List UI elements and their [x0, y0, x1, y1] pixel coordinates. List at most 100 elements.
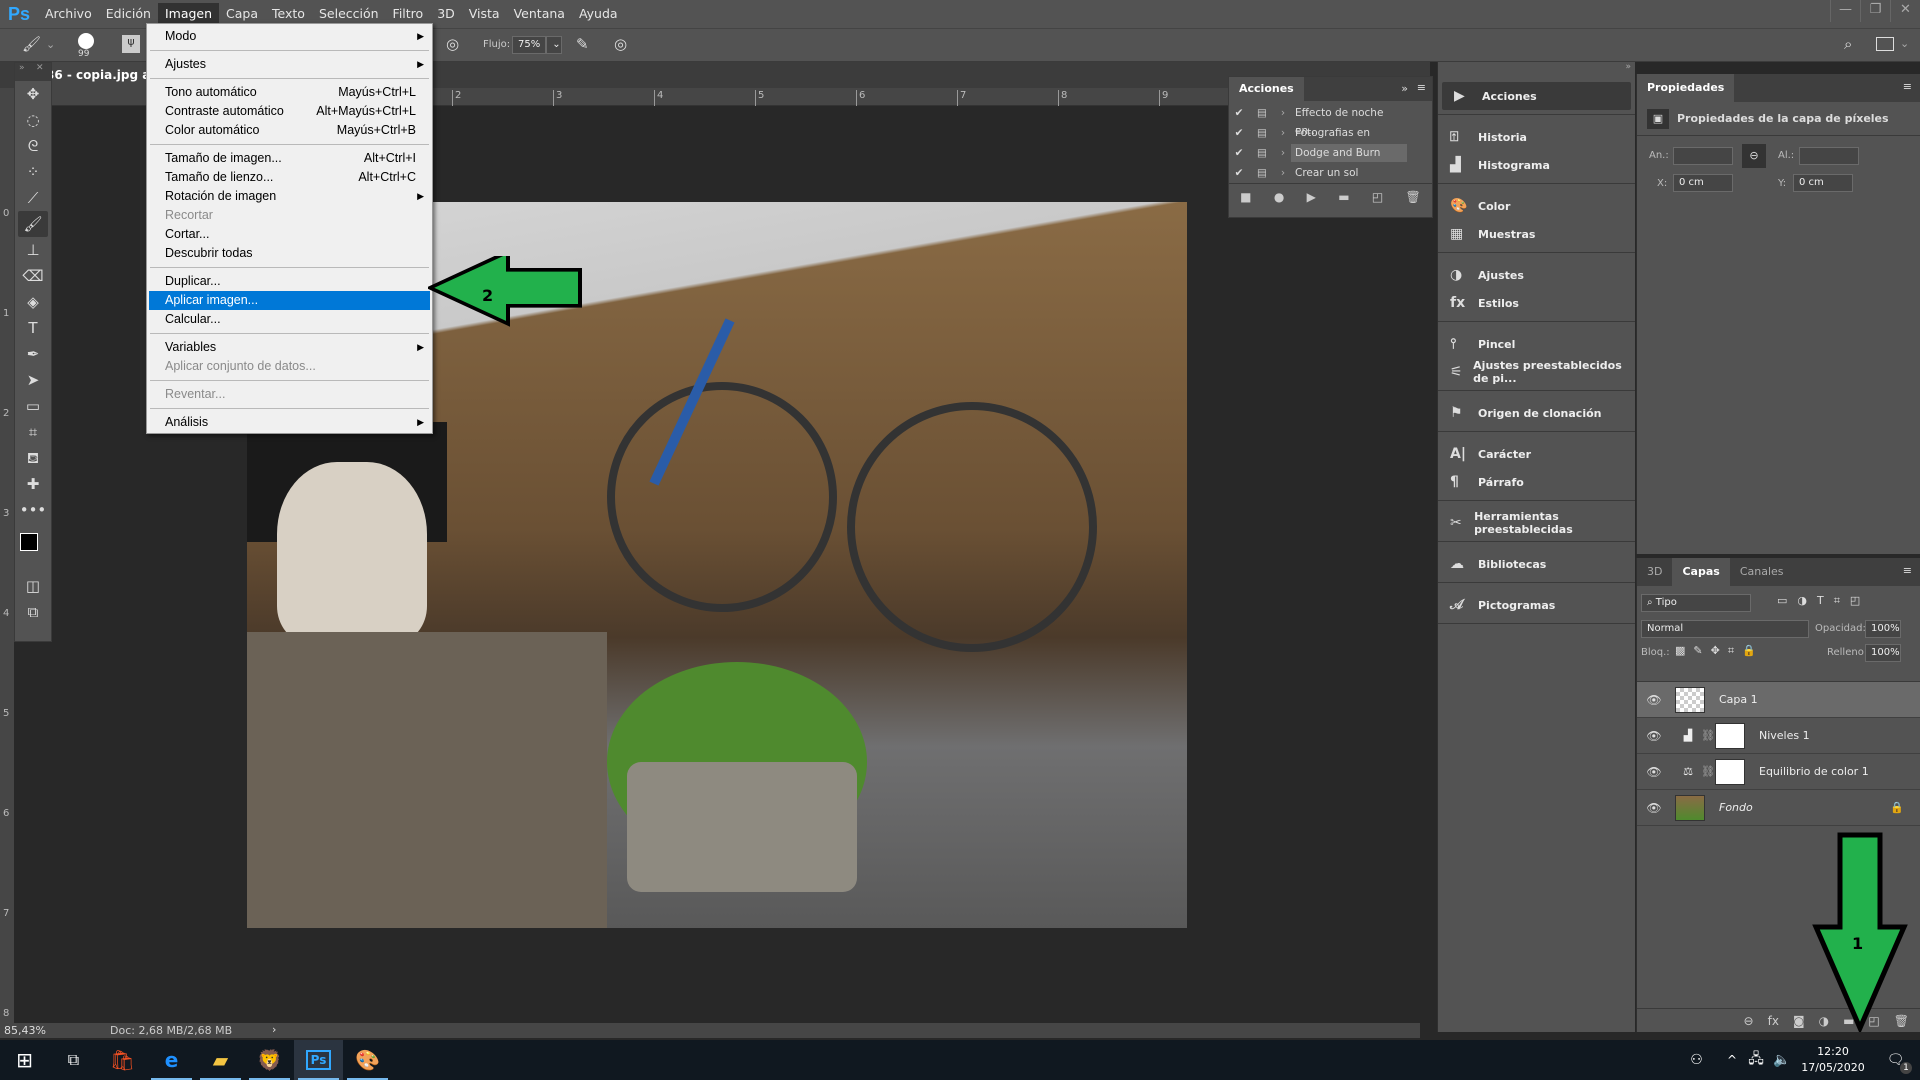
photoshop-taskbar-icon[interactable]: Ps [294, 1040, 343, 1080]
pen-tool-icon[interactable]: ✒ [15, 341, 51, 367]
task-view-icon[interactable]: ⧉ [49, 1040, 98, 1080]
lasso-tool-icon[interactable]: ᘓ [15, 133, 51, 159]
dialog-toggle-icon[interactable]: ▤ [1249, 107, 1275, 119]
dock-item-pictogramas[interactable]: 𝒜 Pictogramas [1438, 591, 1635, 619]
dialog-toggle-icon[interactable]: ▤ [1249, 147, 1275, 159]
layer-row[interactable]: 👁 ⚖ ⛓ Equilibrio de color 1 [1637, 754, 1920, 790]
menu-item-contraste-automatico[interactable]: Contraste automático Alt+Mayús+Ctrl+L [147, 102, 432, 121]
windows-start-icon[interactable]: ⊞ [0, 1040, 49, 1080]
flow-dropdown[interactable]: ⌄ [546, 36, 562, 54]
tab-capas[interactable]: Capas [1672, 558, 1730, 586]
blend-mode-dropdown[interactable]: Normal [1641, 620, 1809, 638]
healing-tool-icon[interactable]: ✚ [15, 471, 51, 497]
close-button[interactable]: ✕ [1890, 0, 1920, 22]
trash-icon[interactable]: 🗑 [1406, 190, 1421, 204]
dock-item-color[interactable]: 🎨 Color [1438, 192, 1635, 220]
brush-tool-icon[interactable]: 🖌 [22, 35, 41, 53]
link-icon[interactable]: ⊖ [1742, 144, 1766, 168]
dialog-toggle-icon[interactable]: ▤ [1249, 167, 1275, 179]
y-input[interactable]: 0 cm [1793, 174, 1853, 192]
checkmark-icon[interactable]: ✔ [1229, 107, 1249, 119]
menu-item-rotacion-de-imagen[interactable]: Rotación de imagen ▶ [147, 187, 432, 206]
quick-selection-tool-icon[interactable]: ⁘ [15, 159, 51, 185]
move-tool-icon[interactable]: ✥ [15, 81, 51, 107]
layer-row[interactable]: 👁 Capa 1 [1637, 682, 1920, 718]
layer-filter-dropdown[interactable]: ⌕ Tipo [1641, 594, 1751, 612]
panel-menu-icon[interactable]: ≡ [1417, 81, 1426, 94]
dock-item-estilos[interactable]: fx Estilos [1438, 289, 1635, 317]
quick-mask-icon[interactable]: ◫ [15, 573, 51, 599]
checkmark-icon[interactable]: ✔ [1229, 147, 1249, 159]
pressure-size-icon[interactable]: ◎ [614, 35, 627, 53]
dock-item-histograma[interactable]: ▟ Histograma [1438, 151, 1635, 179]
record-icon[interactable]: ● [1274, 190, 1284, 204]
minimize-button[interactable]: — [1830, 0, 1860, 22]
height-input[interactable] [1799, 147, 1859, 165]
mask-icon[interactable]: ◙ [1793, 1014, 1805, 1028]
eyedropper-tool-icon[interactable]: ⟋ [15, 185, 51, 211]
expand-chevron-icon[interactable]: › [1275, 167, 1291, 179]
chevron-right-icon[interactable]: › [272, 1023, 276, 1036]
dock-item-pincel[interactable]: ⫯ Pincel [1438, 330, 1635, 358]
expand-chevron-icon[interactable]: › [1275, 147, 1291, 159]
dock-item-ajustes-preestablecidos-de-pi[interactable]: ⚟ Ajustes preestablecidos de pi... [1438, 358, 1635, 386]
restore-button[interactable]: ❐ [1860, 0, 1890, 22]
menu-3d[interactable]: 3D [430, 3, 462, 25]
x-input[interactable]: 0 cm [1673, 174, 1733, 192]
dock-item-herramientas-preestablecidas[interactable]: ✂ Herramientas preestablecidas [1438, 509, 1635, 537]
chevron-down-icon[interactable]: ⌄ [1900, 37, 1909, 50]
menu-item-descubrir-todas[interactable]: Descubrir todas [147, 244, 432, 263]
expand-chevron-icon[interactable]: › [1275, 127, 1291, 139]
link-layers-icon[interactable]: ⊖ [1744, 1014, 1754, 1028]
menu-edicion[interactable]: Edición [99, 3, 158, 25]
menu-item-color-automatico[interactable]: Color automático Mayús+Ctrl+B [147, 121, 432, 140]
menu-imagen[interactable]: Imagen [157, 3, 220, 25]
panel-menu-icon[interactable]: ≡ [1903, 564, 1912, 577]
tab-acciones[interactable]: Acciones [1229, 77, 1304, 101]
checkmark-icon[interactable]: ✔ [1229, 167, 1249, 179]
brave-icon[interactable]: 🦁 [245, 1040, 294, 1080]
menu-seleccion[interactable]: Selección [312, 3, 386, 25]
brush-tool-icon[interactable]: 🖌 [18, 211, 48, 237]
dock-item-acciones[interactable]: ▶ Acciones [1442, 82, 1631, 110]
fill-input[interactable]: 100% [1865, 644, 1901, 662]
dock-item-bibliotecas[interactable]: ☁ Bibliotecas [1438, 550, 1635, 578]
dock-collapse-icon[interactable]: » [1438, 62, 1635, 74]
action-set-row[interactable]: ✔▤› Fotografias en Blanc... [1229, 123, 1432, 157]
edge-icon[interactable]: e [147, 1040, 196, 1080]
menu-filtro[interactable]: Filtro [386, 3, 431, 25]
foreground-color-swatch[interactable] [20, 533, 38, 551]
folder-icon[interactable]: ▬ [1338, 190, 1349, 204]
notifications-icon[interactable]: 🗨 1 [1871, 1040, 1920, 1080]
type-tool-icon[interactable]: T [15, 315, 51, 341]
dock-item-ajustes[interactable]: ◑ Ajustes [1438, 261, 1635, 289]
menu-item-aplicar-imagen[interactable]: Aplicar imagen... [149, 291, 430, 310]
dock-item-parrafo[interactable]: ¶ Párrafo [1438, 468, 1635, 496]
menu-item-tamano-de-imagen[interactable]: Tamaño de imagen... Alt+Ctrl+I [147, 149, 432, 168]
menu-item-calcular[interactable]: Calcular... [147, 310, 432, 329]
volume-icon[interactable]: 🔈 [1769, 1040, 1795, 1080]
airbrush-icon[interactable]: ✎ [576, 35, 589, 53]
path-selection-tool-icon[interactable]: ➤ [15, 367, 51, 393]
tab-canales[interactable]: Canales [1729, 558, 1794, 586]
fx-icon[interactable]: fx [1768, 1014, 1779, 1028]
collapse-icon[interactable]: » [1401, 82, 1408, 95]
store-icon[interactable]: 🛍 [98, 1040, 147, 1080]
menu-capa[interactable]: Capa [219, 3, 265, 25]
paint-bucket-tool-icon[interactable]: ⛾ [15, 445, 51, 471]
brush-panel-toggle-icon[interactable]: ψ [122, 35, 140, 53]
menu-vista[interactable]: Vista [462, 3, 507, 25]
people-icon[interactable]: ⚇ [1672, 1040, 1721, 1080]
workspace-icon[interactable] [1876, 37, 1894, 51]
file-explorer-icon[interactable]: ▰ [196, 1040, 245, 1080]
menu-item-cortar[interactable]: Cortar... [147, 225, 432, 244]
flow-input[interactable]: 75% [512, 36, 546, 54]
lock-icons[interactable]: ▩✎✥⌗🔒 [1675, 644, 1764, 658]
action-set-row[interactable]: ✔ ▤ › Crear un sol [1229, 163, 1432, 183]
stamp-tool-icon[interactable]: ⊥ [15, 237, 51, 263]
opacity-input[interactable]: 100% [1865, 620, 1901, 638]
clock[interactable]: 12:20 17/05/2020 [1795, 1044, 1871, 1076]
stop-icon[interactable]: ■ [1240, 190, 1251, 204]
menu-texto[interactable]: Texto [265, 3, 312, 25]
menu-item-variables[interactable]: Variables ▶ [147, 338, 432, 357]
